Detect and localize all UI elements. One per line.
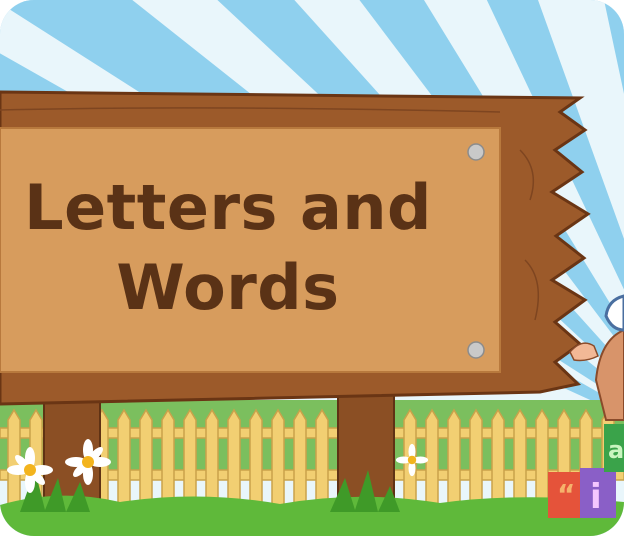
block-a-glyph: a — [608, 436, 624, 464]
grass — [0, 495, 624, 536]
scene-frame: “ i a Letters and Words — [0, 0, 624, 536]
sign-title-line-2: Words — [116, 251, 340, 324]
sign-title: Letters and Words — [8, 168, 448, 328]
sign-title-line-1: Letters and — [24, 171, 432, 244]
nail-icon — [467, 143, 485, 161]
block-quote-glyph: “ — [557, 478, 575, 511]
block-i-glyph: i — [590, 477, 602, 517]
nail-icon — [467, 341, 485, 359]
